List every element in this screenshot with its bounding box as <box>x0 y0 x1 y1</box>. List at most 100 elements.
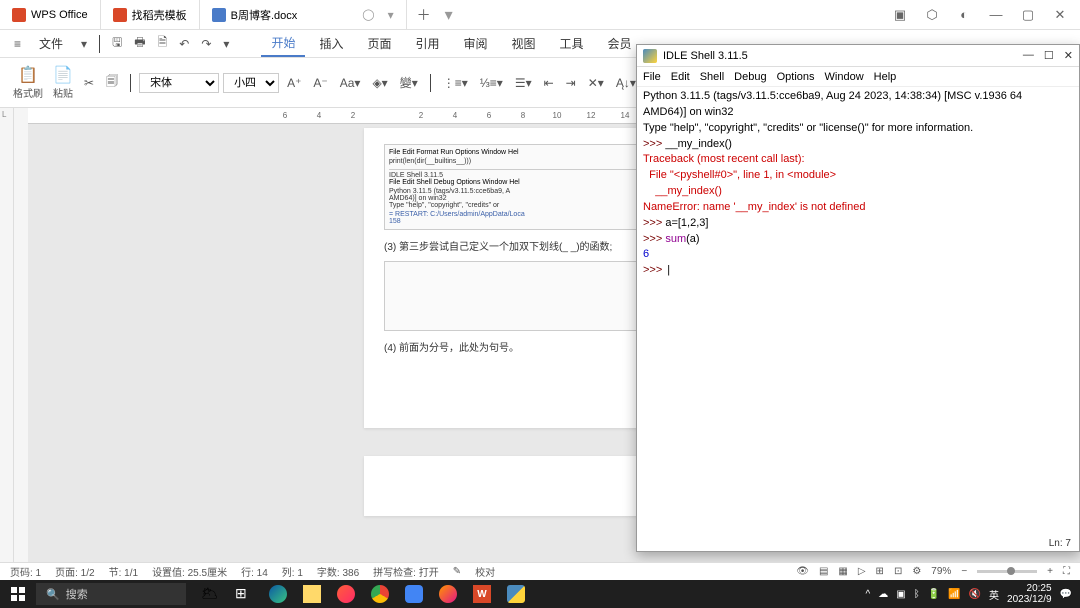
taskbar-idle-icon[interactable] <box>500 580 532 608</box>
vertical-ruler[interactable] <box>14 108 28 563</box>
tray-onedrive-icon[interactable]: ☁ <box>878 589 888 600</box>
cut-icon[interactable]: ✂ <box>80 74 98 92</box>
menu-review[interactable]: 审阅 <box>454 31 498 56</box>
idle-menu-edit[interactable]: Edit <box>671 71 690 83</box>
idle-menu-file[interactable]: File <box>643 71 661 83</box>
close-button[interactable]: ✕ <box>1050 5 1070 25</box>
status-play-icon[interactable]: ▷ <box>858 566 866 577</box>
copy-icon[interactable]: 🗐 <box>102 70 122 95</box>
idle-menu-debug[interactable]: Debug <box>734 71 766 83</box>
format-brush-button[interactable]: 📋 格式刷 <box>10 65 46 100</box>
decrease-font-icon[interactable]: A⁻ <box>309 74 331 92</box>
status-spell[interactable]: 拼写检查: 打开 <box>373 564 439 579</box>
status-col[interactable]: 列: 1 <box>282 564 303 579</box>
status-fit-icon[interactable]: ⛶ <box>1063 566 1070 577</box>
status-proof[interactable]: 校对 <box>475 564 495 579</box>
status-zoom[interactable]: 79% <box>931 566 951 577</box>
taskbar-taskview-icon[interactable]: ⊞ <box>228 580 260 608</box>
idle-shell-window[interactable]: IDLE Shell 3.11.5 — ☐ ✕ File Edit Shell … <box>636 44 1080 552</box>
status-pageno[interactable]: 页码: 1 <box>10 564 41 579</box>
bullet-list-icon[interactable]: ⋮≡▾ <box>439 74 472 92</box>
taskbar-app1-icon[interactable] <box>330 580 362 608</box>
tray-app-icon[interactable]: ▣ <box>896 589 905 600</box>
titlebar-theme-icon[interactable]: ◐ <box>954 5 974 25</box>
status-row[interactable]: 行: 14 <box>241 564 268 579</box>
font-family-select[interactable]: 宋体 <box>139 73 219 93</box>
tray-clock[interactable]: 20:25 2023/12/9 <box>1007 583 1052 605</box>
app-tab-wps[interactable]: WPS Office <box>0 0 101 29</box>
taskbar-firefox-icon[interactable] <box>432 580 464 608</box>
idle-titlebar[interactable]: IDLE Shell 3.11.5 — ☐ ✕ <box>637 45 1079 67</box>
number-list-icon[interactable]: ⅓≡▾ <box>476 74 507 92</box>
status-position[interactable]: 设置值: 25.5厘米 <box>152 564 227 579</box>
new-tab-button[interactable]: ＋ <box>407 5 441 25</box>
toolbar-dropdown-icon[interactable]: ▾ <box>219 35 233 53</box>
idle-minimize-button[interactable]: — <box>1023 49 1034 62</box>
taskbar-edge-icon[interactable] <box>262 580 294 608</box>
tray-notifications-icon[interactable]: 💬 <box>1060 589 1072 600</box>
clear-format-icon[interactable]: ◈▾ <box>368 74 391 92</box>
menu-view[interactable]: 视图 <box>502 31 546 56</box>
menu-insert[interactable]: 插入 <box>309 31 353 56</box>
menu-dropdown-icon[interactable]: ▾ <box>77 35 91 53</box>
taskbar-weather-icon[interactable]: 🌥 <box>194 580 226 608</box>
menu-hamburger-icon[interactable]: ≡ <box>10 35 25 53</box>
tab-menu-icon[interactable]: ▾ <box>445 5 453 25</box>
taskbar-app2-icon[interactable] <box>398 580 430 608</box>
idle-menu-shell[interactable]: Shell <box>700 71 724 83</box>
idle-close-button[interactable]: ✕ <box>1064 49 1073 62</box>
redo-icon[interactable]: ↷ <box>197 35 215 53</box>
zoom-in-button[interactable]: + <box>1047 566 1053 577</box>
font-size-select[interactable]: 小四 <box>223 73 279 93</box>
tray-battery-icon[interactable]: 🔋 <box>928 589 940 600</box>
text-direction-icon[interactable]: ✕▾ <box>584 74 608 92</box>
increase-indent-icon[interactable]: ⇥ <box>562 74 580 92</box>
status-view2-icon[interactable]: ▦ <box>838 566 847 577</box>
app-tab-document[interactable]: B周博客.docx ◯ ▾ <box>200 0 407 29</box>
status-spell-icon[interactable]: ✎ <box>453 566 461 577</box>
idle-menu-help[interactable]: Help <box>874 71 897 83</box>
idle-menu-window[interactable]: Window <box>825 71 864 83</box>
print-icon[interactable]: 🖶 <box>130 31 149 56</box>
undo-icon[interactable]: ↶ <box>175 35 193 53</box>
status-page[interactable]: 页面: 1/2 <box>55 564 94 579</box>
taskbar-wps-icon[interactable]: W <box>466 580 498 608</box>
idle-content[interactable]: Python 3.11.5 (tags/v3.11.5:cce6ba9, Aug… <box>637 87 1079 281</box>
zoom-slider[interactable] <box>977 570 1037 573</box>
status-eye-icon[interactable]: 👁 <box>796 566 809 577</box>
tray-wifi-icon[interactable]: 📶 <box>948 589 960 600</box>
status-words[interactable]: 字数: 386 <box>317 564 359 579</box>
save-icon[interactable]: 🖫 <box>108 31 126 56</box>
increase-font-icon[interactable]: A⁺ <box>283 74 305 92</box>
tray-bluetooth-icon[interactable]: ᛒ <box>914 589 920 600</box>
status-tool-icon[interactable]: ⚙ <box>912 566 921 577</box>
menu-member[interactable]: 会员 <box>598 31 642 56</box>
menu-reference[interactable]: 引用 <box>405 31 449 56</box>
idle-menu-options[interactable]: Options <box>777 71 815 83</box>
status-view1-icon[interactable]: ▤ <box>819 566 828 577</box>
maximize-button[interactable]: ▢ <box>1018 5 1038 25</box>
status-section[interactable]: 节: 1/1 <box>109 564 138 579</box>
menu-file[interactable]: 文件 <box>29 31 73 56</box>
titlebar-cube-icon[interactable]: ⬡ <box>922 5 942 25</box>
tray-volume-icon[interactable]: 🔇 <box>969 589 981 600</box>
zoom-out-button[interactable]: − <box>961 566 967 577</box>
phonetic-icon[interactable]: 變▾ <box>396 72 422 93</box>
minimize-button[interactable]: — <box>986 5 1006 25</box>
start-button[interactable] <box>0 580 36 608</box>
decrease-indent-icon[interactable]: ⇤ <box>540 74 558 92</box>
status-view4-icon[interactable]: ⊡ <box>894 566 902 577</box>
paste-button[interactable]: 📄 粘贴 <box>50 65 76 100</box>
taskbar-explorer-icon[interactable] <box>296 580 328 608</box>
tab-overflow-icon[interactable]: ◯ <box>362 8 374 21</box>
menu-page[interactable]: 页面 <box>357 31 401 56</box>
tab-dropdown-icon[interactable]: ▾ <box>388 8 394 22</box>
print-preview-icon[interactable]: 🗎 <box>154 31 172 56</box>
titlebar-apps-icon[interactable]: ▣ <box>890 5 910 25</box>
app-tab-template[interactable]: 找稻壳模板 <box>101 0 200 29</box>
tray-up-icon[interactable]: ^ <box>866 589 871 600</box>
multilevel-icon[interactable]: ☰▾ <box>511 74 536 92</box>
menu-start[interactable]: 开始 <box>261 30 305 57</box>
menu-tools[interactable]: 工具 <box>550 31 594 56</box>
tray-ime[interactable]: 英 <box>989 587 999 602</box>
